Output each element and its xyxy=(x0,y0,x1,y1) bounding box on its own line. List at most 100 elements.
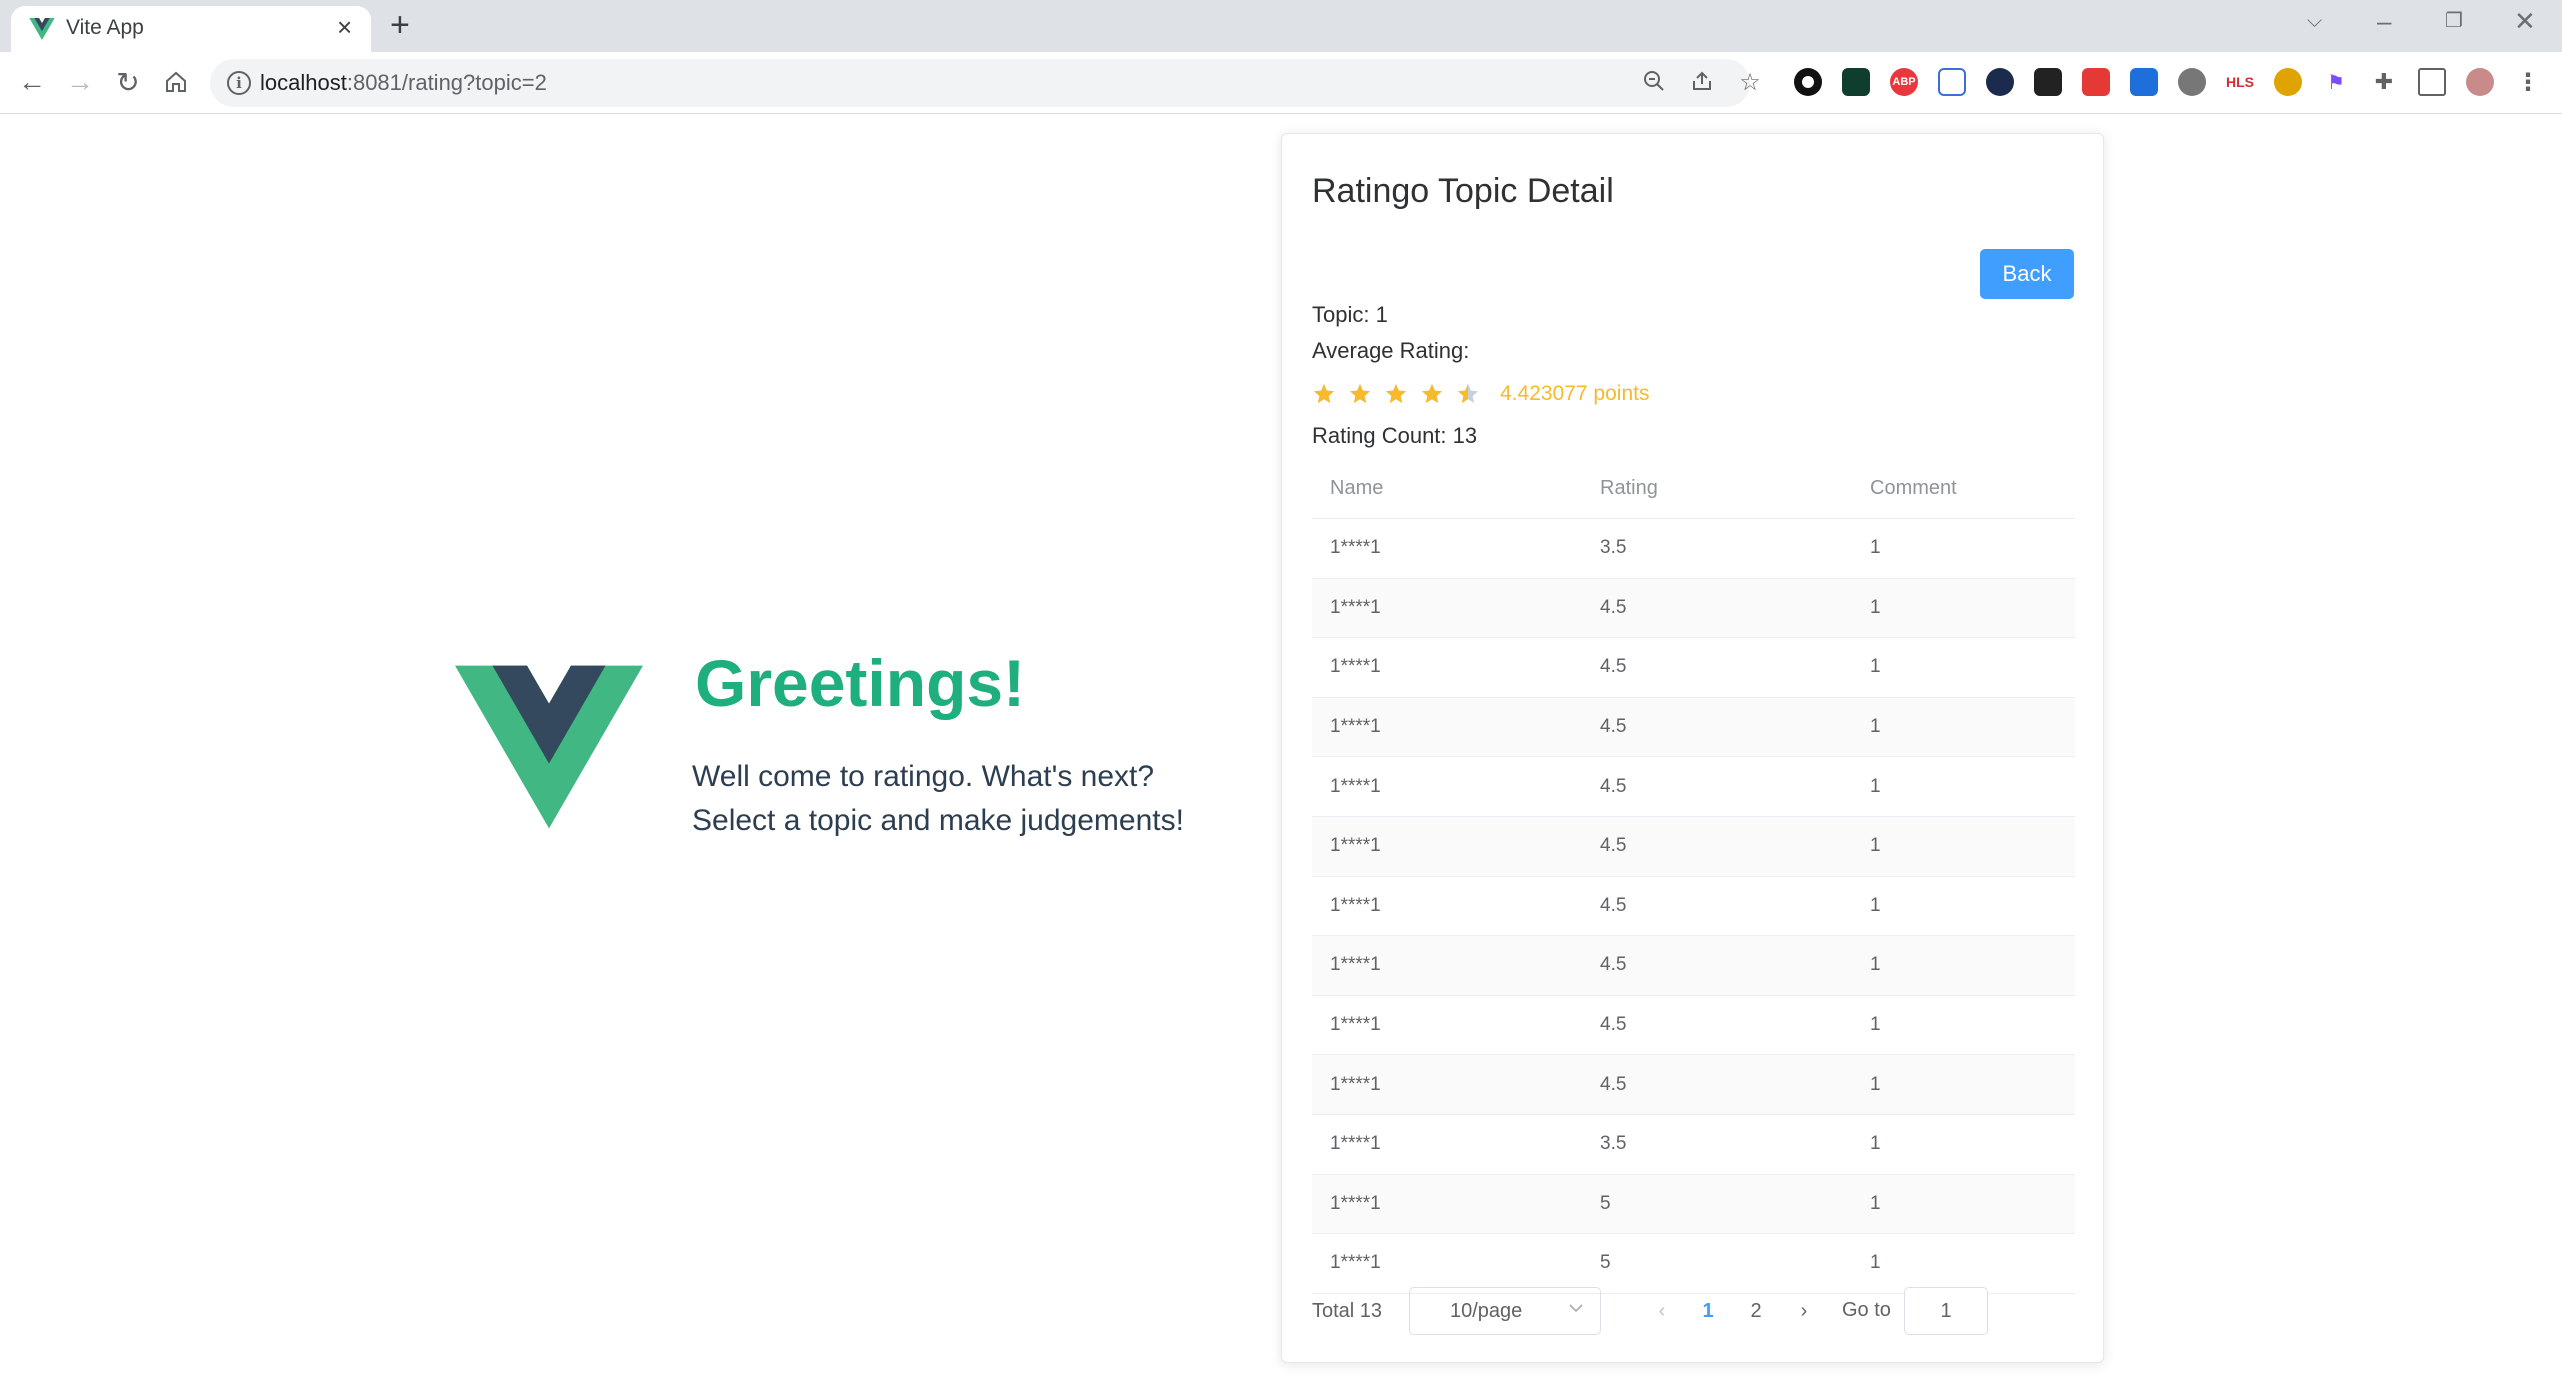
red-ext-icon[interactable] xyxy=(2082,68,2110,96)
page-size-select[interactable]: 10/page xyxy=(1409,1287,1601,1335)
chevron-down-icon xyxy=(1569,1304,1583,1313)
address-bar[interactable]: i localhost:8081/rating?topic=2 ☆ xyxy=(210,59,1761,107)
cell-comment: 1 xyxy=(1870,537,1881,559)
home-icon[interactable] xyxy=(156,62,196,102)
cell-name: 1****1 xyxy=(1330,716,1381,738)
star-half-icon xyxy=(1456,380,1492,408)
goto-label: Go to xyxy=(1842,1299,1891,1321)
cell-name: 1****1 xyxy=(1330,954,1381,976)
balls-ext-icon[interactable] xyxy=(2178,68,2206,96)
average-rating-value: 4.423077 points xyxy=(1500,382,1650,405)
hls-ext-icon[interactable]: HLS xyxy=(2226,68,2254,96)
tab-search-chevron-icon[interactable]: ⌵ xyxy=(2307,6,2322,36)
terminal-ext-icon[interactable] xyxy=(1842,68,1870,96)
flag-ext-icon[interactable]: ⚑ xyxy=(2322,68,2350,96)
greeting-heading: Greetings! xyxy=(695,646,1026,720)
cell-comment: 1 xyxy=(1870,1133,1881,1155)
column-header-comment[interactable]: Comment xyxy=(1852,477,2075,500)
cell-rating: 4.5 xyxy=(1600,1014,1627,1036)
table-row: 1****1 4.5 1 xyxy=(1312,936,2075,996)
url-text: localhost:8081/rating?topic=2 xyxy=(260,70,547,95)
circle-ext-icon[interactable] xyxy=(1794,68,1822,96)
vue-favicon-icon xyxy=(29,18,55,40)
cell-comment: 1 xyxy=(1870,1073,1881,1095)
grid-ext-icon[interactable] xyxy=(2034,68,2062,96)
close-window-icon[interactable]: ✕ xyxy=(2514,6,2536,36)
topic-detail-card: Ratingo Topic Detail Back Topic: 1 Avera… xyxy=(1281,133,2104,1363)
restore-icon[interactable]: ❐ xyxy=(2445,6,2463,36)
adblock-ext-icon[interactable]: ABP xyxy=(1890,68,1918,96)
cell-rating: 4.5 xyxy=(1600,775,1627,797)
cell-name: 1****1 xyxy=(1330,1192,1381,1214)
star-full-icon xyxy=(1384,380,1420,408)
table-row: 1****1 5 1 xyxy=(1312,1174,2075,1235)
face-ext-icon[interactable] xyxy=(2274,68,2302,96)
page-1-button[interactable]: 1 xyxy=(1690,1287,1726,1335)
cell-rating: 4.5 xyxy=(1600,894,1627,916)
column-header-name[interactable]: Name xyxy=(1312,477,1582,500)
star-full-icon xyxy=(1420,380,1456,408)
cell-rating: 3.5 xyxy=(1600,1133,1627,1155)
cell-name: 1****1 xyxy=(1330,835,1381,857)
table-body: 1****1 3.5 1 1****1 4.5 1 1****1 4.5 1 1****1 4.5 1… xyxy=(1312,519,2075,1294)
share-ext-icon[interactable] xyxy=(1938,68,1966,96)
back-button[interactable]: Back xyxy=(1980,249,2074,299)
minimize-icon[interactable]: – xyxy=(2377,6,2391,36)
cell-comment: 1 xyxy=(1870,954,1881,976)
pagination-total: Total 13 xyxy=(1312,1299,1383,1322)
next-page-icon[interactable]: › xyxy=(1786,1287,1822,1335)
topic-line: Topic: 1 xyxy=(1312,302,1388,327)
cell-rating: 4.5 xyxy=(1600,656,1627,678)
cell-comment: 1 xyxy=(1870,716,1881,738)
cell-comment: 1 xyxy=(1870,775,1881,797)
goto-page-input[interactable] xyxy=(1904,1287,1988,1335)
cell-rating: 4.5 xyxy=(1600,716,1627,738)
table-row: 1****1 4.5 1 xyxy=(1312,638,2075,698)
table-row: 1****1 4.5 1 xyxy=(1312,816,2075,877)
reload-icon[interactable]: ↻ xyxy=(108,62,148,102)
ratings-table: Name Rating Comment 1****1 3.5 1 1****1 4.5 1… xyxy=(1312,459,2075,1294)
back-arrow-icon[interactable]: ← xyxy=(12,62,52,102)
browser-tab[interactable]: Vite App × xyxy=(11,6,371,52)
table-row: 1****1 3.5 1 xyxy=(1312,1115,2075,1175)
vue-logo xyxy=(455,665,643,829)
cell-name: 1****1 xyxy=(1330,1252,1381,1274)
site-info-icon[interactable]: i xyxy=(227,71,251,95)
cell-name: 1****1 xyxy=(1330,596,1381,618)
extensions-puzzle-icon[interactable]: ✚ xyxy=(2370,68,2398,96)
welcome-line-2: Select a topic and make judgements! xyxy=(692,804,1184,837)
new-tab-icon[interactable]: + xyxy=(390,8,410,42)
cell-rating: 5 xyxy=(1600,1252,1611,1274)
average-rating-label: Average Rating: xyxy=(1312,338,1470,363)
page-2-button[interactable]: 2 xyxy=(1738,1287,1774,1335)
cell-comment: 1 xyxy=(1870,1252,1881,1274)
cell-name: 1****1 xyxy=(1330,1133,1381,1155)
table-row: 1****1 4.5 1 xyxy=(1312,1055,2075,1115)
cell-comment: 1 xyxy=(1870,656,1881,678)
profile-avatar[interactable] xyxy=(2466,68,2494,96)
menu-kebab-icon[interactable]: ⋮ xyxy=(2514,68,2542,96)
browser-toolbar: ← → ↻ i localhost:8081/rating?topic=2 ☆ … xyxy=(0,52,2562,114)
forward-arrow-icon[interactable]: → xyxy=(60,62,100,102)
edit-ext-icon[interactable] xyxy=(2130,68,2158,96)
table-row: 1****1 4.5 1 xyxy=(1312,757,2075,817)
column-header-rating[interactable]: Rating xyxy=(1582,477,1852,500)
welcome-text: Well come to ratingo. What's next? Selec… xyxy=(692,755,1184,843)
pagination: Total 13 10/page ‹ 1 2 › Go to xyxy=(1312,1287,2075,1335)
table-row: 1****1 4.5 1 xyxy=(1312,697,2075,758)
cell-comment: 1 xyxy=(1870,1014,1881,1036)
side-panel-icon[interactable] xyxy=(2418,68,2446,96)
table-row: 1****1 4.5 1 xyxy=(1312,578,2075,639)
bookmark-star-icon[interactable]: ☆ xyxy=(1736,69,1764,97)
share-icon[interactable] xyxy=(1688,69,1716,97)
prev-page-icon[interactable]: ‹ xyxy=(1644,1287,1680,1335)
cell-comment: 1 xyxy=(1870,1192,1881,1214)
hex-ext-icon[interactable] xyxy=(1986,68,2014,96)
cell-name: 1****1 xyxy=(1330,537,1381,559)
cell-rating: 3.5 xyxy=(1600,537,1627,559)
cell-name: 1****1 xyxy=(1330,1073,1381,1095)
tab-close-icon[interactable]: × xyxy=(337,14,352,40)
page-size-value: 10/page xyxy=(1450,1300,1523,1322)
table-row: 1****1 5 1 xyxy=(1312,1234,2075,1294)
zoom-icon[interactable] xyxy=(1640,69,1668,97)
